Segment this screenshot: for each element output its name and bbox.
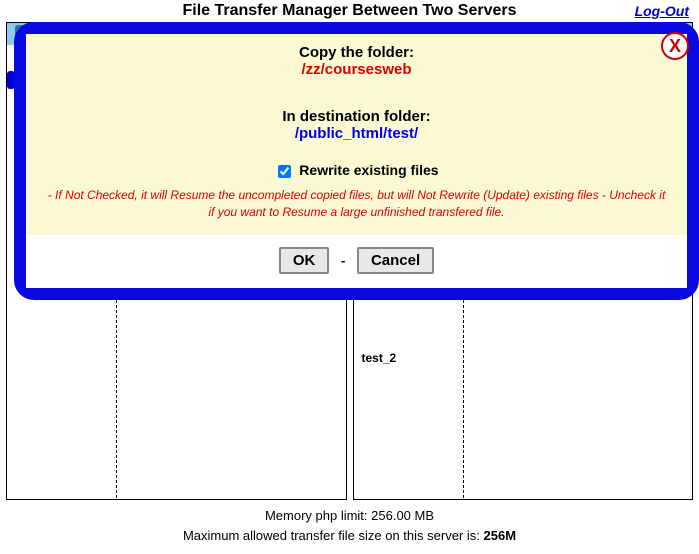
rewrite-row: Rewrite existing files xyxy=(46,162,667,181)
ok-button[interactable]: OK xyxy=(279,247,330,274)
destination-label: In destination folder: xyxy=(46,108,667,125)
dialog-actions: OK - Cancel xyxy=(26,235,687,288)
footer-info: Memory php limit: 256.00 MB Maximum allo… xyxy=(0,500,699,545)
max-transfer-text: Maximum allowed transfer file size on th… xyxy=(0,526,699,546)
app-header: File Transfer Manager Between Two Server… xyxy=(0,0,699,22)
action-separator: - xyxy=(341,253,345,268)
copy-folder-label: Copy the folder: xyxy=(46,44,667,61)
rewrite-hint: - If Not Checked, it will Resume the unc… xyxy=(46,187,667,221)
source-path: /zz/coursesweb xyxy=(46,61,667,78)
close-button[interactable]: X xyxy=(661,32,689,60)
cancel-button[interactable]: Cancel xyxy=(357,247,434,274)
logout-link[interactable]: Log-Out xyxy=(635,3,689,19)
memory-limit-text: Memory php limit: 256.00 MB xyxy=(0,506,699,526)
folder-item[interactable]: test_2 xyxy=(358,349,459,367)
copy-dialog: X Copy the folder: /zz/coursesweb In des… xyxy=(14,22,699,300)
app-title: File Transfer Manager Between Two Server… xyxy=(182,2,516,19)
rewrite-label: Rewrite existing files xyxy=(299,162,438,178)
rewrite-checkbox[interactable] xyxy=(278,165,291,178)
destination-path: /public_html/test/ xyxy=(46,125,667,142)
dialog-body: Copy the folder: /zz/coursesweb In desti… xyxy=(26,34,687,235)
